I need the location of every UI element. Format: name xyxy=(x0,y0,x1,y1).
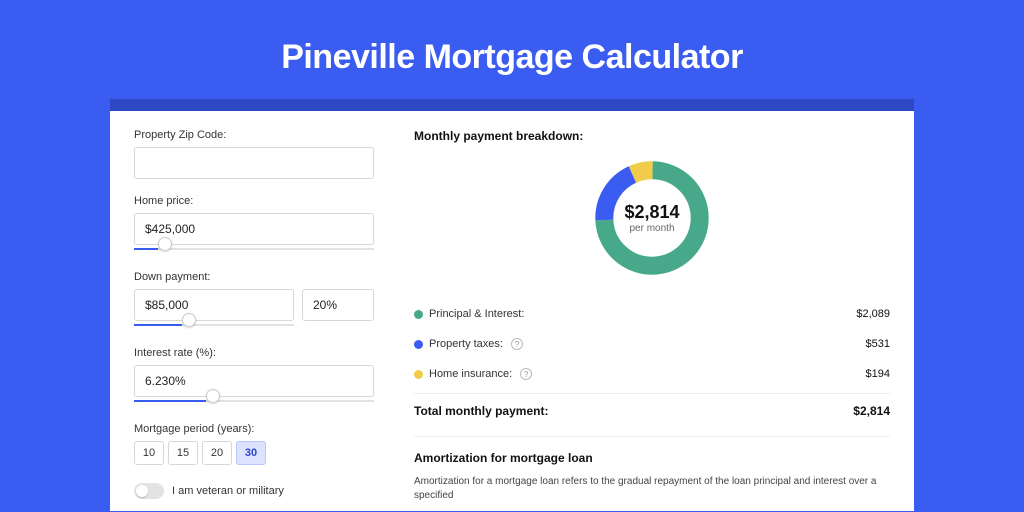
slider-fill xyxy=(134,324,182,326)
home-price-block: Home price: xyxy=(134,195,390,255)
zip-label: Property Zip Code: xyxy=(134,129,390,141)
total-value: $2,814 xyxy=(853,404,890,418)
amort-text: Amortization for a mortgage loan refers … xyxy=(414,475,890,503)
period-btn-20[interactable]: 20 xyxy=(202,441,232,465)
period-btn-10[interactable]: 10 xyxy=(134,441,164,465)
interest-rate-input[interactable] xyxy=(134,365,374,397)
zip-input[interactable] xyxy=(134,147,374,179)
down-payment-block: Down payment: xyxy=(134,271,390,331)
home-price-label: Home price: xyxy=(134,195,390,207)
down-payment-label: Down payment: xyxy=(134,271,390,283)
slider-knob[interactable] xyxy=(206,389,220,403)
period-btn-15[interactable]: 15 xyxy=(168,441,198,465)
toggle-dot xyxy=(136,485,148,497)
amort-title: Amortization for mortgage loan xyxy=(414,451,890,465)
legend-principal: Principal & Interest: $2,089 xyxy=(414,299,890,329)
legend-insurance-label: Home insurance: xyxy=(429,368,512,380)
slider-fill xyxy=(134,400,206,402)
legend-insurance-value: $194 xyxy=(866,368,890,380)
legend-principal-label: Principal & Interest: xyxy=(429,308,524,320)
total-label: Total monthly payment: xyxy=(414,404,548,418)
interest-rate-block: Interest rate (%): xyxy=(134,347,390,407)
form-column: Property Zip Code: Home price: Down paym… xyxy=(110,111,390,511)
veteran-label: I am veteran or military xyxy=(172,485,284,497)
card-shadow: Property Zip Code: Home price: Down paym… xyxy=(110,99,914,511)
period-btn-30[interactable]: 30 xyxy=(236,441,266,465)
donut-sub: per month xyxy=(624,223,679,234)
down-payment-row xyxy=(134,289,390,321)
legend-left: Home insurance: ? xyxy=(414,368,532,380)
swatch-blue-icon xyxy=(414,340,423,349)
amortization-section: Amortization for mortgage loan Amortizat… xyxy=(414,436,890,503)
veteran-row: I am veteran or military xyxy=(134,483,390,499)
interest-rate-label: Interest rate (%): xyxy=(134,347,390,359)
slider-track xyxy=(134,324,294,326)
legend-left: Principal & Interest: xyxy=(414,308,524,320)
donut-chart: $2,814 per month xyxy=(414,155,890,281)
legend-left: Property taxes: ? xyxy=(414,338,523,350)
slider-fill xyxy=(134,248,158,250)
period-label: Mortgage period (years): xyxy=(134,423,390,435)
swatch-green-icon xyxy=(414,310,423,319)
slider-track xyxy=(134,400,374,402)
legend-taxes-label: Property taxes: xyxy=(429,338,503,350)
zip-block: Property Zip Code: xyxy=(134,129,390,179)
veteran-toggle[interactable] xyxy=(134,483,164,499)
total-row: Total monthly payment: $2,814 xyxy=(414,393,890,430)
help-icon[interactable]: ? xyxy=(511,338,523,350)
down-payment-input[interactable] xyxy=(134,289,294,321)
slider-knob[interactable] xyxy=(182,313,196,327)
down-payment-slider[interactable] xyxy=(134,319,294,331)
page-title: Pineville Mortgage Calculator xyxy=(0,0,1024,99)
home-price-slider[interactable] xyxy=(134,243,374,255)
slider-knob[interactable] xyxy=(158,237,172,251)
legend-taxes: Property taxes: ? $531 xyxy=(414,329,890,359)
interest-rate-slider[interactable] xyxy=(134,395,374,407)
down-payment-percent-input[interactable] xyxy=(302,289,374,321)
swatch-yellow-icon xyxy=(414,370,423,379)
calculator-card: Property Zip Code: Home price: Down paym… xyxy=(110,111,914,511)
legend-taxes-value: $531 xyxy=(866,338,890,350)
breakdown-title: Monthly payment breakdown: xyxy=(414,129,890,143)
breakdown-column: Monthly payment breakdown: $2,814 per mo… xyxy=(390,111,914,511)
legend-insurance: Home insurance: ? $194 xyxy=(414,359,890,389)
period-buttons: 10 15 20 30 xyxy=(134,441,390,465)
legend-principal-value: $2,089 xyxy=(856,308,890,320)
period-block: Mortgage period (years): 10 15 20 30 xyxy=(134,423,390,465)
donut-center: $2,814 per month xyxy=(624,202,679,234)
help-icon[interactable]: ? xyxy=(520,368,532,380)
donut-amount: $2,814 xyxy=(624,202,679,223)
